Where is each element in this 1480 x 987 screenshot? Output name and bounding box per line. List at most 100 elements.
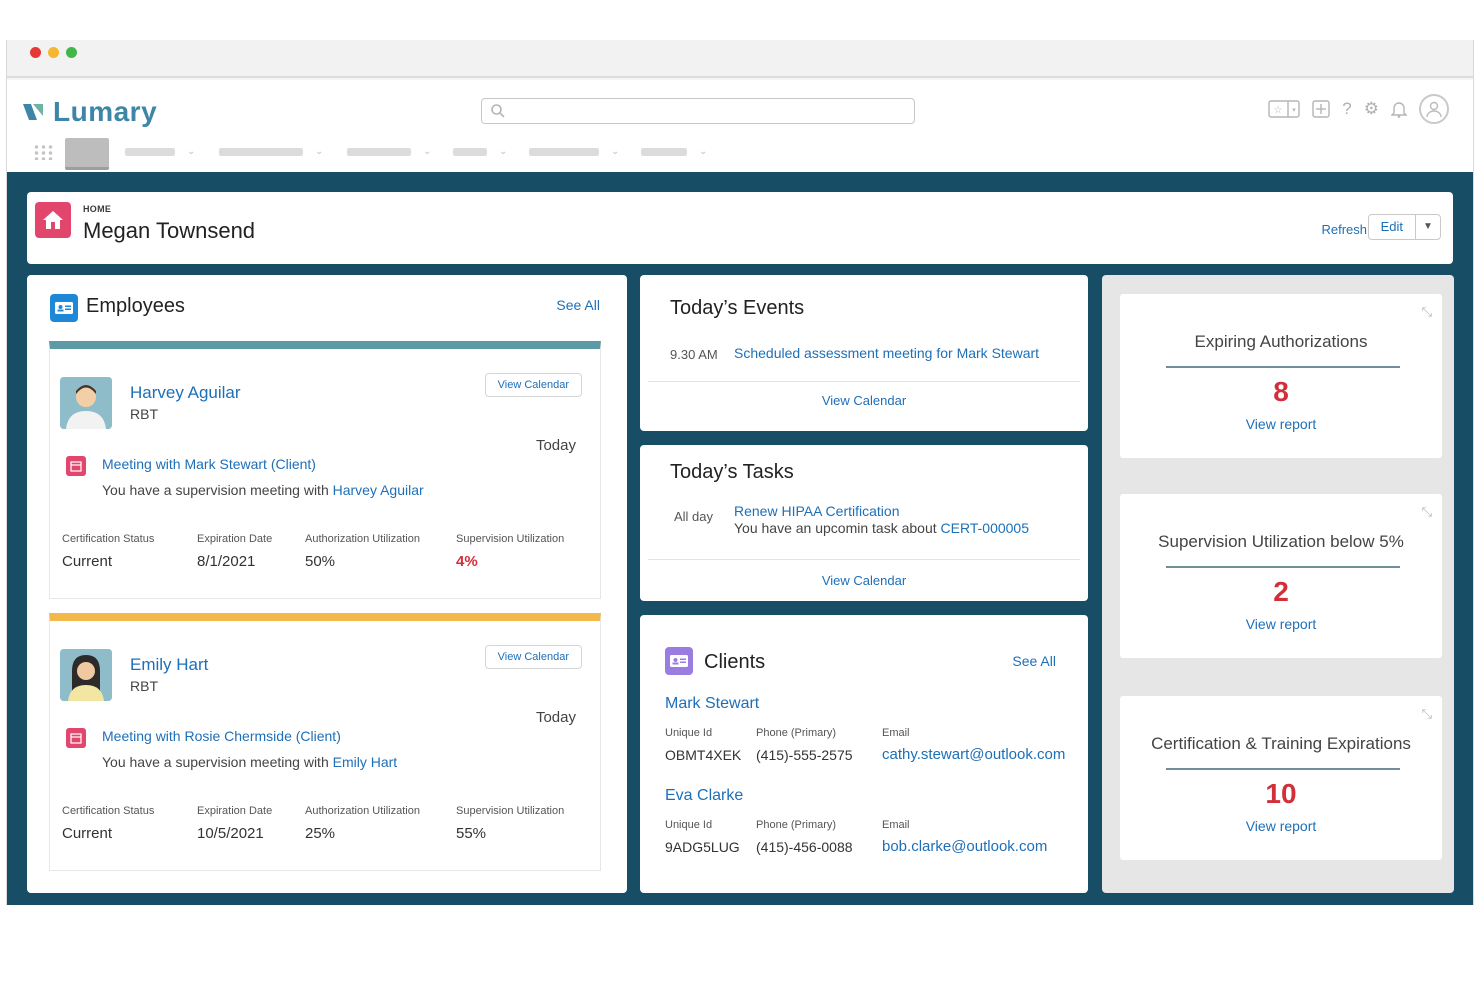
- task-description: You have an upcomin task about CERT-0000…: [734, 520, 1029, 536]
- task-description-text: You have an upcomin task about: [734, 520, 937, 536]
- phone-label: Phone (Primary): [756, 727, 837, 739]
- employee-name-link[interactable]: Emily Hart: [130, 655, 208, 675]
- employee-name-link[interactable]: Harvey Aguilar: [130, 383, 241, 403]
- view-calendar-button[interactable]: View Calendar: [484, 645, 582, 669]
- event-time: 9.30 AM: [670, 347, 718, 362]
- task-link[interactable]: Renew HIPAA Certification: [734, 503, 899, 519]
- view-report-link[interactable]: View report: [1120, 818, 1442, 834]
- cert-link[interactable]: CERT-000005: [941, 520, 1029, 536]
- edit-button[interactable]: Edit: [1369, 215, 1416, 239]
- tasks-title: Today’s Tasks: [670, 461, 794, 483]
- divider: [1166, 768, 1400, 770]
- view-calendar-button[interactable]: View Calendar: [484, 373, 582, 397]
- nav-tab[interactable]: [453, 148, 487, 156]
- calendar-icon: [66, 728, 86, 748]
- chevron-down-icon[interactable]: ⌄: [611, 146, 619, 157]
- stat-label: Supervision Utilization: [456, 533, 565, 545]
- employees-see-all-link[interactable]: See All: [556, 297, 600, 313]
- nav-tab[interactable]: [219, 148, 303, 156]
- global-search-input[interactable]: [481, 98, 915, 124]
- app-launcher-icon[interactable]: [33, 144, 53, 160]
- event-link[interactable]: Scheduled assessment meeting for Mark St…: [734, 345, 1039, 361]
- view-report-link[interactable]: View report: [1120, 416, 1442, 432]
- stat-value: 25%: [305, 825, 336, 842]
- phone-label: Phone (Primary): [756, 819, 837, 831]
- expiration-date: Expiration Date 10/5/2021: [197, 805, 272, 842]
- nav-tab[interactable]: [641, 148, 687, 156]
- chevron-down-icon[interactable]: ⌄: [423, 146, 431, 157]
- meeting-link[interactable]: Meeting with Rosie Chermside (Client): [102, 728, 341, 744]
- stat-label: Expiration Date: [197, 805, 273, 817]
- minimize-window-button[interactable]: [48, 47, 59, 58]
- meeting-day: Today: [535, 437, 576, 454]
- avatar: [60, 377, 112, 429]
- chevron-down-icon[interactable]: ⌄: [187, 146, 195, 157]
- favorites-icon[interactable]: ☆ ▾: [1268, 100, 1300, 118]
- chevron-down-icon[interactable]: ⌄: [699, 146, 707, 157]
- chevron-down-icon[interactable]: ▼: [1416, 215, 1440, 239]
- meeting-description-text: You have a supervision meeting with: [102, 754, 329, 770]
- clients-title: Clients: [704, 651, 766, 673]
- client-unique-id: OBMT4XEK: [665, 747, 742, 763]
- view-report-link[interactable]: View report: [1120, 616, 1442, 632]
- client-name-link[interactable]: Eva Clarke: [665, 787, 743, 805]
- expand-icon[interactable]: ⤡: [1422, 304, 1432, 320]
- email-label: Email: [882, 727, 910, 739]
- search-icon: [491, 104, 505, 118]
- stat-label: Expiration Date: [197, 533, 273, 545]
- refresh-button[interactable]: Refresh: [1321, 222, 1367, 237]
- stat-value-alert: 4%: [456, 553, 478, 570]
- edit-button-group: Edit ▼: [1367, 214, 1441, 240]
- stat-label: Authorization Utilization: [305, 805, 420, 817]
- contact-card-icon: [665, 647, 693, 675]
- employee-link[interactable]: Emily Hart: [333, 754, 398, 770]
- user-icon: [1426, 101, 1442, 118]
- window-titlebar: [7, 40, 1473, 78]
- unique-id-label: Unique Id: [665, 819, 713, 831]
- clients-see-all-link[interactable]: See All: [1012, 653, 1056, 669]
- maximize-window-button[interactable]: [66, 47, 77, 58]
- stat-card-supervision-utilization: ⤡ Supervision Utilization below 5% 2 Vie…: [1120, 494, 1442, 658]
- certification-status: Certification Status Current: [62, 533, 154, 570]
- employee-card: Harvey Aguilar RBT View Calendar Today M…: [49, 341, 601, 599]
- stat-value: 55%: [456, 825, 487, 842]
- events-view-calendar-link[interactable]: View Calendar: [640, 393, 1088, 408]
- brand-name: Lumary: [53, 96, 158, 127]
- svg-text:☆: ☆: [1274, 105, 1283, 116]
- nav-tab[interactable]: [125, 148, 175, 156]
- chevron-down-icon[interactable]: ⌄: [315, 146, 323, 157]
- nav-tab[interactable]: [347, 148, 411, 156]
- tasks-view-calendar-link[interactable]: View Calendar: [640, 573, 1088, 588]
- chevron-down-icon[interactable]: ⌄: [499, 146, 507, 157]
- stat-value: Current: [62, 825, 113, 842]
- close-window-button[interactable]: [30, 47, 41, 58]
- expand-icon[interactable]: ⤡: [1422, 706, 1432, 722]
- expand-icon[interactable]: ⤡: [1422, 504, 1432, 520]
- stat-value: Current: [62, 553, 113, 570]
- meeting-description-text: You have a supervision meeting with: [102, 482, 329, 498]
- client-name-link[interactable]: Mark Stewart: [665, 695, 759, 713]
- meeting-description: You have a supervision meeting with Emil…: [102, 754, 397, 770]
- bell-icon[interactable]: [1391, 100, 1407, 118]
- supervision-utilization: Supervision Utilization 4%: [456, 533, 564, 570]
- help-icon[interactable]: ?: [1342, 99, 1351, 119]
- header-utility-icons: ☆ ▾ ? ⚙: [1268, 94, 1449, 124]
- meeting-description: You have a supervision meeting with Harv…: [102, 482, 424, 498]
- contact-card-icon: [50, 294, 78, 322]
- nav-tab-active[interactable]: [65, 138, 109, 170]
- brand-logo[interactable]: Lumary: [23, 96, 157, 128]
- nav-tab[interactable]: [529, 148, 599, 156]
- client-email-link[interactable]: cathy.stewart@outlook.com: [882, 746, 1065, 763]
- stat-label: Authorization Utilization: [305, 533, 420, 545]
- employee-link[interactable]: Harvey Aguilar: [333, 482, 424, 498]
- events-title: Today’s Events: [670, 297, 805, 319]
- app-header: Lumary ☆ ▾ ? ⚙ ⌄ ⌄ ⌄ ⌄ ⌄ ⌄: [7, 80, 1473, 172]
- user-avatar[interactable]: [1419, 94, 1449, 124]
- add-icon[interactable]: [1312, 100, 1330, 118]
- gear-icon[interactable]: ⚙: [1364, 99, 1379, 119]
- meeting-link[interactable]: Meeting with Mark Stewart (Client): [102, 456, 316, 472]
- employee-role: RBT: [130, 406, 158, 422]
- stat-title: Supervision Utilization below 5%: [1158, 532, 1404, 551]
- app-nav-bar: ⌄ ⌄ ⌄ ⌄ ⌄ ⌄: [7, 138, 1473, 172]
- client-email-link[interactable]: bob.clarke@outlook.com: [882, 838, 1047, 855]
